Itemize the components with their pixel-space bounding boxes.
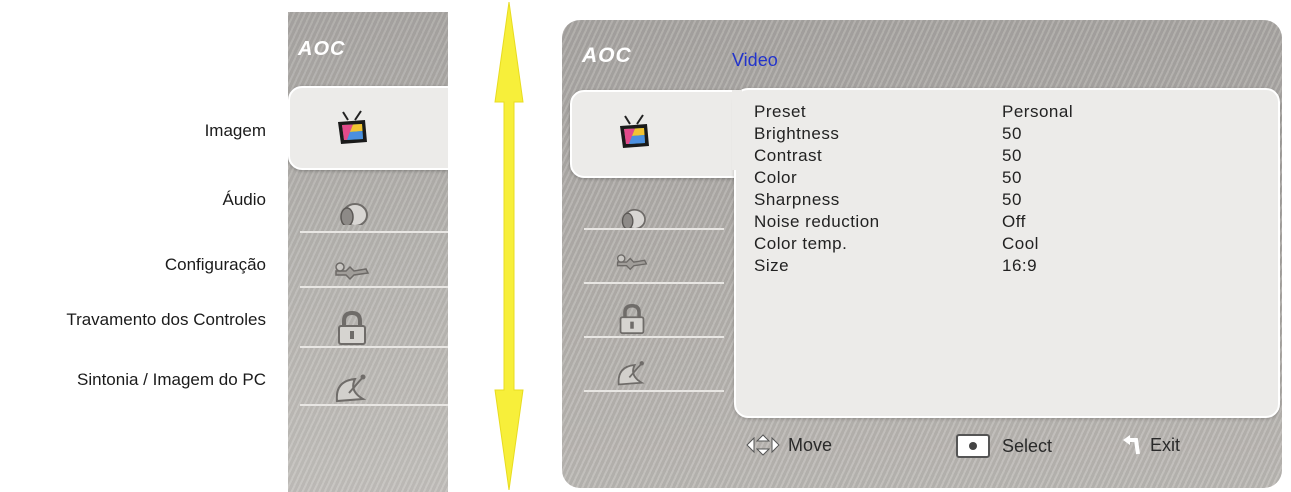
divider bbox=[584, 336, 724, 338]
setting-label: Color bbox=[754, 168, 798, 187]
tv-icon bbox=[332, 108, 372, 148]
exit-arrow-icon bbox=[1123, 435, 1140, 455]
caption-travamento: Travamento dos Controles bbox=[66, 310, 266, 329]
setting-value: Cool bbox=[1002, 234, 1039, 253]
tools-icon[interactable] bbox=[612, 248, 652, 278]
setting-value: 50 bbox=[1002, 168, 1022, 187]
setting-label: Noise reduction bbox=[754, 212, 880, 231]
settings-list: Preset Personal Brightness 50 Contrast 5… bbox=[732, 102, 1272, 302]
caption-audio: Áudio bbox=[222, 190, 266, 209]
footer-select: Select bbox=[956, 434, 1052, 458]
setting-label: Size bbox=[754, 256, 790, 275]
caption-sintonia: Sintonia / Imagem do PC bbox=[77, 370, 266, 389]
sidebar-zoom: AOC bbox=[288, 12, 448, 492]
osd-menu: AOC Video Preset Personal Brightness 50 … bbox=[562, 20, 1282, 488]
move-arrows-icon bbox=[746, 434, 780, 456]
aoc-logo: AOC bbox=[298, 38, 346, 60]
footer-select-label: Select bbox=[1002, 435, 1053, 456]
divider bbox=[300, 286, 448, 288]
footer-exit-label: Exit bbox=[1150, 434, 1181, 455]
divider bbox=[584, 282, 724, 284]
tv-icon bbox=[614, 112, 654, 152]
divider bbox=[300, 404, 448, 406]
setting-value: Off bbox=[1002, 212, 1026, 231]
lock-icon[interactable] bbox=[612, 302, 652, 336]
tools-icon bbox=[332, 255, 372, 289]
divider bbox=[584, 390, 724, 392]
footer-exit: Exit bbox=[1122, 434, 1180, 456]
setting-value: 16:9 bbox=[1002, 256, 1038, 275]
setting-label: Preset bbox=[754, 102, 807, 121]
caption-configuracao: Configuração bbox=[164, 255, 266, 274]
speaker-icon bbox=[332, 190, 372, 230]
satellite-dish-icon[interactable] bbox=[612, 356, 652, 390]
setting-label: Brightness bbox=[754, 124, 840, 143]
satellite-dish-icon bbox=[332, 368, 372, 408]
divider bbox=[300, 346, 448, 348]
select-button-icon bbox=[956, 434, 990, 458]
caption-imagem: Imagem bbox=[204, 121, 266, 140]
setting-value: Personal bbox=[1002, 102, 1074, 121]
divider bbox=[300, 231, 448, 233]
setting-label: Contrast bbox=[754, 146, 823, 165]
setting-value: 50 bbox=[1002, 190, 1022, 209]
lock-icon bbox=[332, 308, 372, 348]
double-arrow-icon bbox=[494, 2, 524, 490]
setting-label: Sharpness bbox=[754, 190, 840, 209]
setting-label: Color temp. bbox=[754, 234, 848, 253]
setting-value: 50 bbox=[1002, 124, 1022, 143]
setting-value: 50 bbox=[1002, 146, 1022, 165]
divider bbox=[584, 228, 724, 230]
speaker-icon[interactable] bbox=[612, 200, 652, 230]
footer-move-label: Move bbox=[788, 434, 833, 455]
footer-move: Move bbox=[746, 434, 832, 456]
menu-title: Video bbox=[732, 50, 778, 70]
aoc-logo: AOC bbox=[582, 44, 632, 67]
sidebar-item-video-selected[interactable] bbox=[570, 90, 754, 178]
